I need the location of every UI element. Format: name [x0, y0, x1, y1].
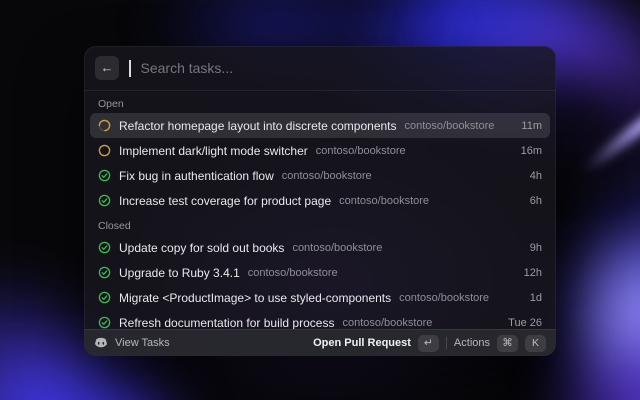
task-time: Tue 26 — [508, 317, 542, 329]
view-tasks-label[interactable]: View Tasks — [115, 337, 170, 349]
task-time: 1d — [530, 292, 542, 304]
task-title: Upgrade to Ruby 3.4.1 — [119, 266, 240, 280]
task-row[interactable]: Refresh documentation for build process … — [90, 310, 550, 329]
arrow-left-icon: ← — [101, 60, 114, 75]
section-header: Open — [84, 91, 556, 113]
text-caret — [129, 60, 131, 77]
done-status-icon — [98, 316, 111, 329]
copilot-icon — [94, 336, 108, 350]
task-repo: contoso/bookstore — [316, 145, 406, 157]
task-title: Refresh documentation for build process — [119, 316, 334, 330]
task-title: Migrate <ProductImage> to use styled-com… — [119, 291, 391, 305]
back-button[interactable]: ← — [95, 56, 119, 80]
task-row[interactable]: Fix bug in authentication flow contoso/b… — [90, 163, 550, 188]
task-title: Increase test coverage for product page — [119, 194, 331, 208]
section-header: Closed — [84, 213, 556, 235]
task-title: Implement dark/light mode switcher — [119, 144, 308, 158]
task-row[interactable]: Implement dark/light mode switcher conto… — [90, 138, 550, 163]
task-repo: contoso/bookstore — [405, 120, 495, 132]
task-search-palette: ← Open Refactor homepage layout into dis… — [84, 46, 556, 356]
done-status-icon — [98, 194, 111, 207]
return-key-badge[interactable]: ↵ — [418, 335, 439, 352]
task-row[interactable]: Migrate <ProductImage> to use styled-com… — [90, 285, 550, 310]
task-repo: contoso/bookstore — [339, 195, 429, 207]
task-repo: contoso/bookstore — [399, 292, 489, 304]
open-status-icon — [98, 144, 111, 157]
task-time: 4h — [530, 170, 542, 182]
task-row[interactable]: Refactor homepage layout into discrete c… — [90, 113, 550, 138]
command-key-badge[interactable]: ⌘ — [497, 335, 518, 352]
task-time: 11m — [521, 120, 542, 132]
in-progress-status-icon — [98, 119, 111, 132]
footer-bar: View Tasks Open Pull Request ↵ Actions ⌘… — [84, 329, 556, 356]
footer-divider — [446, 337, 447, 349]
task-repo: contoso/bookstore — [292, 242, 382, 254]
task-title: Fix bug in authentication flow — [119, 169, 274, 183]
task-repo: contoso/bookstore — [342, 317, 432, 329]
footer-actions: Open Pull Request ↵ Actions ⌘ K — [313, 335, 546, 352]
actions-button[interactable]: Actions — [454, 337, 490, 349]
task-time: 6h — [530, 195, 542, 207]
open-pull-request-button[interactable]: Open Pull Request — [313, 337, 411, 349]
done-status-icon — [98, 169, 111, 182]
task-row[interactable]: Upgrade to Ruby 3.4.1 contoso/bookstore … — [90, 260, 550, 285]
search-input[interactable] — [141, 60, 546, 76]
task-time: 16m — [521, 145, 542, 157]
task-row[interactable]: Increase test coverage for product page … — [90, 188, 550, 213]
done-status-icon — [98, 241, 111, 254]
task-row[interactable]: Update copy for sold out books contoso/b… — [90, 235, 550, 260]
task-title: Update copy for sold out books — [119, 241, 284, 255]
task-title: Refactor homepage layout into discrete c… — [119, 119, 397, 133]
task-repo: contoso/bookstore — [248, 267, 338, 279]
done-status-icon — [98, 266, 111, 279]
done-status-icon — [98, 291, 111, 304]
search-header: ← — [84, 46, 556, 91]
task-time: 9h — [530, 242, 542, 254]
task-list: Open Refactor homepage layout into discr… — [84, 91, 556, 329]
task-repo: contoso/bookstore — [282, 170, 372, 182]
k-key-badge[interactable]: K — [525, 335, 546, 352]
task-time: 12h — [524, 267, 542, 279]
